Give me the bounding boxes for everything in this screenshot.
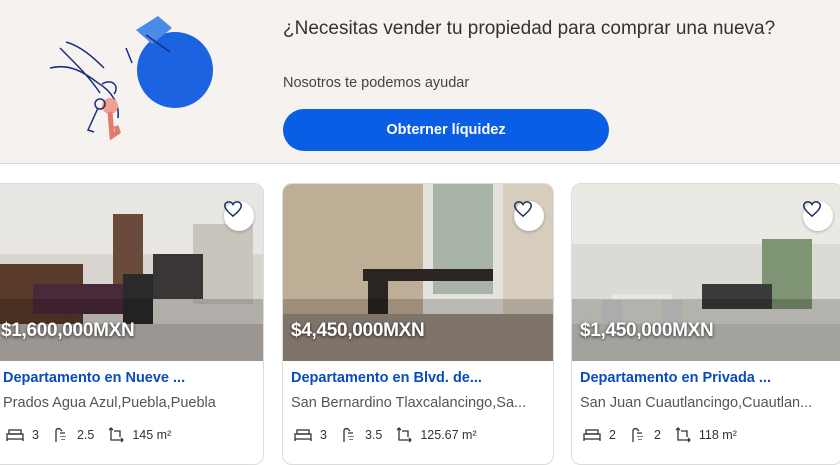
listing-location: San Bernardino Tlaxcalancingo,Sa... [291, 395, 527, 411]
bedrooms-feature: 3 [6, 428, 39, 442]
listing-location: San Juan Cuautlancingo,Cuautlan... [580, 395, 813, 411]
listing-features: 2 2 118 m² [583, 427, 751, 443]
bed-icon [294, 429, 312, 441]
bathrooms-count: 2.5 [76, 428, 95, 442]
area-value: 145 m² [132, 428, 172, 442]
area-feature: 125.67 m² [396, 427, 477, 443]
listing-card[interactable]: $1,450,000MXN Departamento en Privada ..… [571, 183, 840, 465]
bed-icon [6, 429, 24, 441]
listing-card[interactable]: $1,600,000MXN Departamento en Nueve ... … [0, 183, 264, 465]
favorite-button[interactable] [803, 201, 833, 231]
area-icon [675, 427, 691, 443]
favorite-button[interactable] [224, 201, 254, 231]
heart-outline-icon [514, 201, 532, 217]
bedrooms-feature: 3 [294, 428, 327, 442]
listing-title[interactable]: Departamento en Nueve ... [3, 370, 263, 386]
listing-card[interactable]: $4,450,000MXN Departamento en Blvd. de..… [282, 183, 554, 465]
banner-title: ¿Necesitas vender tu propiedad para comp… [283, 18, 776, 39]
keys-illustration [49, 16, 213, 141]
listing-features: 3 2.5 145 m² [6, 427, 185, 443]
area-feature: 118 m² [675, 427, 737, 443]
area-icon [396, 427, 413, 443]
heart-outline-icon [224, 201, 242, 217]
favorite-button[interactable] [514, 201, 544, 231]
bathrooms-feature: 2.5 [53, 427, 94, 443]
listing-photo[interactable]: $1,600,000MXN [0, 184, 263, 361]
listing-price: $1,600,000MXN [1, 320, 135, 341]
bathrooms-count: 3.5 [364, 428, 383, 442]
area-value: 118 m² [698, 428, 737, 442]
area-feature: 145 m² [108, 427, 171, 443]
listing-title[interactable]: Departamento en Privada ... [580, 370, 840, 386]
get-liquidity-button[interactable]: Obterner líquidez [283, 109, 609, 151]
bathrooms-feature: 3.5 [341, 427, 382, 443]
area-icon [108, 427, 125, 443]
bathrooms-feature: 2 [630, 427, 661, 443]
bedrooms-count: 2 [609, 428, 616, 442]
listing-title[interactable]: Departamento en Blvd. de... [291, 370, 553, 386]
listing-features: 3 3.5 125.67 m² [294, 427, 491, 443]
listing-photo[interactable]: $4,450,000MXN [283, 184, 553, 361]
bedrooms-count: 3 [320, 428, 327, 442]
listing-location: Prados Agua Azul,Puebla,Puebla [3, 395, 216, 411]
listing-price: $4,450,000MXN [291, 320, 425, 341]
bedrooms-count: 3 [32, 428, 39, 442]
heart-outline-icon [803, 201, 821, 217]
bathrooms-count: 2 [653, 428, 661, 442]
listing-price: $1,450,000MXN [580, 320, 714, 341]
bed-icon [583, 429, 601, 441]
listing-photo[interactable]: $1,450,000MXN [572, 184, 840, 361]
shower-icon [343, 427, 354, 442]
shower-icon [632, 427, 643, 442]
bedrooms-feature: 2 [583, 428, 616, 442]
area-value: 125.67 m² [420, 428, 477, 442]
shower-icon [55, 427, 66, 442]
sell-banner: ¿Necesitas vender tu propiedad para comp… [0, 0, 840, 164]
banner-subtitle: Nosotros te podemos ayudar [283, 75, 470, 91]
